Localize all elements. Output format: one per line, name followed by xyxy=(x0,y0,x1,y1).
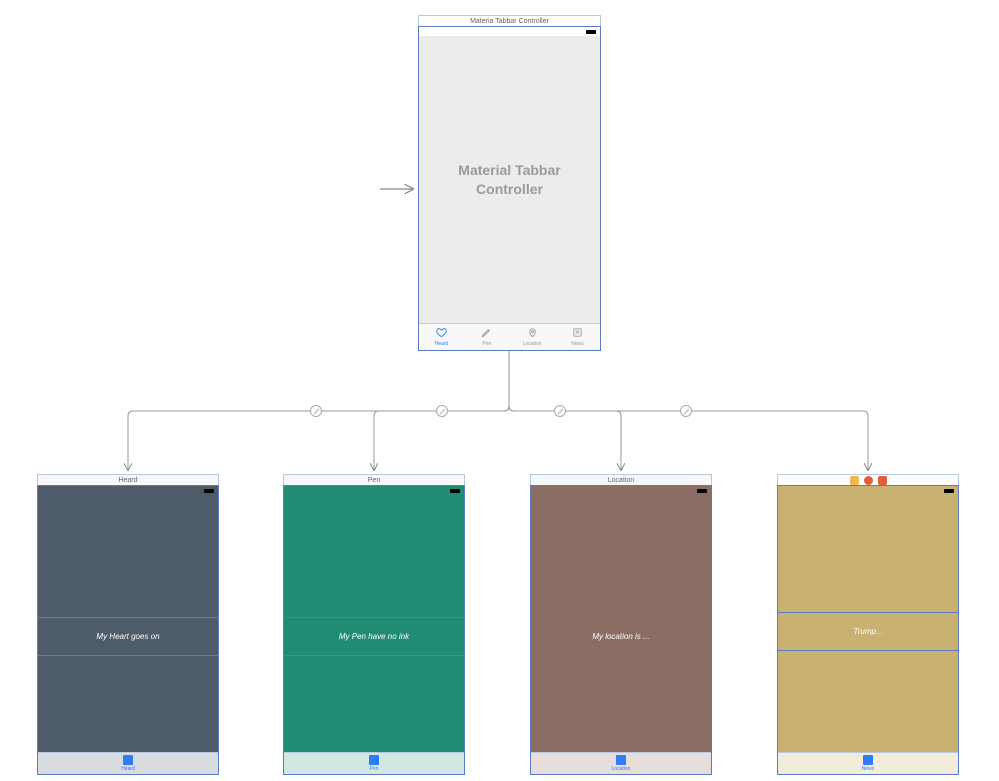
tabbar: Location xyxy=(531,752,711,774)
segue-badge xyxy=(554,405,566,417)
scene-location[interactable]: Location My location is ... Location xyxy=(530,474,712,775)
tab-pen[interactable]: Pen xyxy=(464,324,509,350)
battery-icon xyxy=(697,489,707,493)
label-band[interactable]: Trump... xyxy=(778,612,958,651)
battery-icon xyxy=(586,30,596,34)
tab-news[interactable]: News xyxy=(555,324,600,350)
view-body: My location is ... xyxy=(531,486,711,752)
view-body: My Heart goes on xyxy=(38,486,218,752)
master-scene[interactable]: Materia Tabbar Controller Material Tabba… xyxy=(418,15,601,351)
tabbar: News xyxy=(778,752,958,774)
tab-placeholder-icon xyxy=(369,755,379,765)
location-icon xyxy=(527,327,538,340)
placeholder-title: Material Tabbar Controller xyxy=(458,161,560,197)
heart-icon xyxy=(436,327,447,340)
scene-title[interactable]: Heard xyxy=(37,474,219,485)
tabbar: Pen xyxy=(284,752,464,774)
scene-title[interactable]: Pen xyxy=(283,474,465,485)
tabbar: Heard xyxy=(38,752,218,774)
scene-news[interactable]: Trump... News xyxy=(777,474,959,775)
controller-body: Material Tabbar Controller xyxy=(419,36,600,323)
tab-placeholder-icon xyxy=(123,755,133,765)
status-bar xyxy=(531,486,711,495)
view-body: Trump... xyxy=(778,486,958,752)
scene-title[interactable]: Location xyxy=(530,474,712,485)
segue-badge xyxy=(310,405,322,417)
view-label: My Pen have no ink xyxy=(339,632,409,641)
tabbar: Heard Pen Location News xyxy=(419,323,600,350)
segue-badge xyxy=(680,405,692,417)
tab-label: Location xyxy=(523,341,542,347)
battery-icon xyxy=(944,489,954,493)
tab-label: Location xyxy=(612,766,631,772)
tab-placeholder-icon xyxy=(863,755,873,765)
scene-heard[interactable]: Heard My Heart goes on Heard xyxy=(37,474,219,775)
label-band[interactable]: My Pen have no ink xyxy=(284,617,464,656)
scene-icon xyxy=(864,476,873,485)
tab-label: News xyxy=(571,341,584,347)
tab-label: Heard xyxy=(121,766,135,772)
tab-placeholder-icon xyxy=(616,755,626,765)
tab-label: Pen xyxy=(370,766,379,772)
scene-pen[interactable]: Pen My Pen have no ink Pen xyxy=(283,474,465,775)
tab-label: Pen xyxy=(482,341,491,347)
status-bar xyxy=(38,486,218,495)
scene-icon xyxy=(878,476,887,485)
battery-icon xyxy=(450,489,460,493)
status-bar xyxy=(419,27,600,36)
label-band[interactable]: My location is ... xyxy=(531,617,711,656)
segue-badge xyxy=(436,405,448,417)
tab-location[interactable]: Location xyxy=(510,324,555,350)
status-bar xyxy=(778,486,958,495)
view-label: Trump... xyxy=(853,627,882,636)
tab-label: Heard xyxy=(435,341,449,347)
view-label: My Heart goes on xyxy=(96,632,159,641)
view-label: My location is ... xyxy=(592,632,649,641)
tab-heard[interactable]: Heard xyxy=(419,324,464,350)
news-icon xyxy=(572,327,583,340)
status-bar xyxy=(284,486,464,495)
battery-icon xyxy=(204,489,214,493)
scene-title[interactable]: Materia Tabbar Controller xyxy=(418,15,601,26)
pen-icon xyxy=(481,327,492,340)
tab-label: News xyxy=(862,766,875,772)
view-body: My Pen have no ink xyxy=(284,486,464,752)
scene-icon xyxy=(850,476,859,485)
label-band[interactable]: My Heart goes on xyxy=(38,617,218,656)
scene-title-icons[interactable] xyxy=(777,474,959,485)
